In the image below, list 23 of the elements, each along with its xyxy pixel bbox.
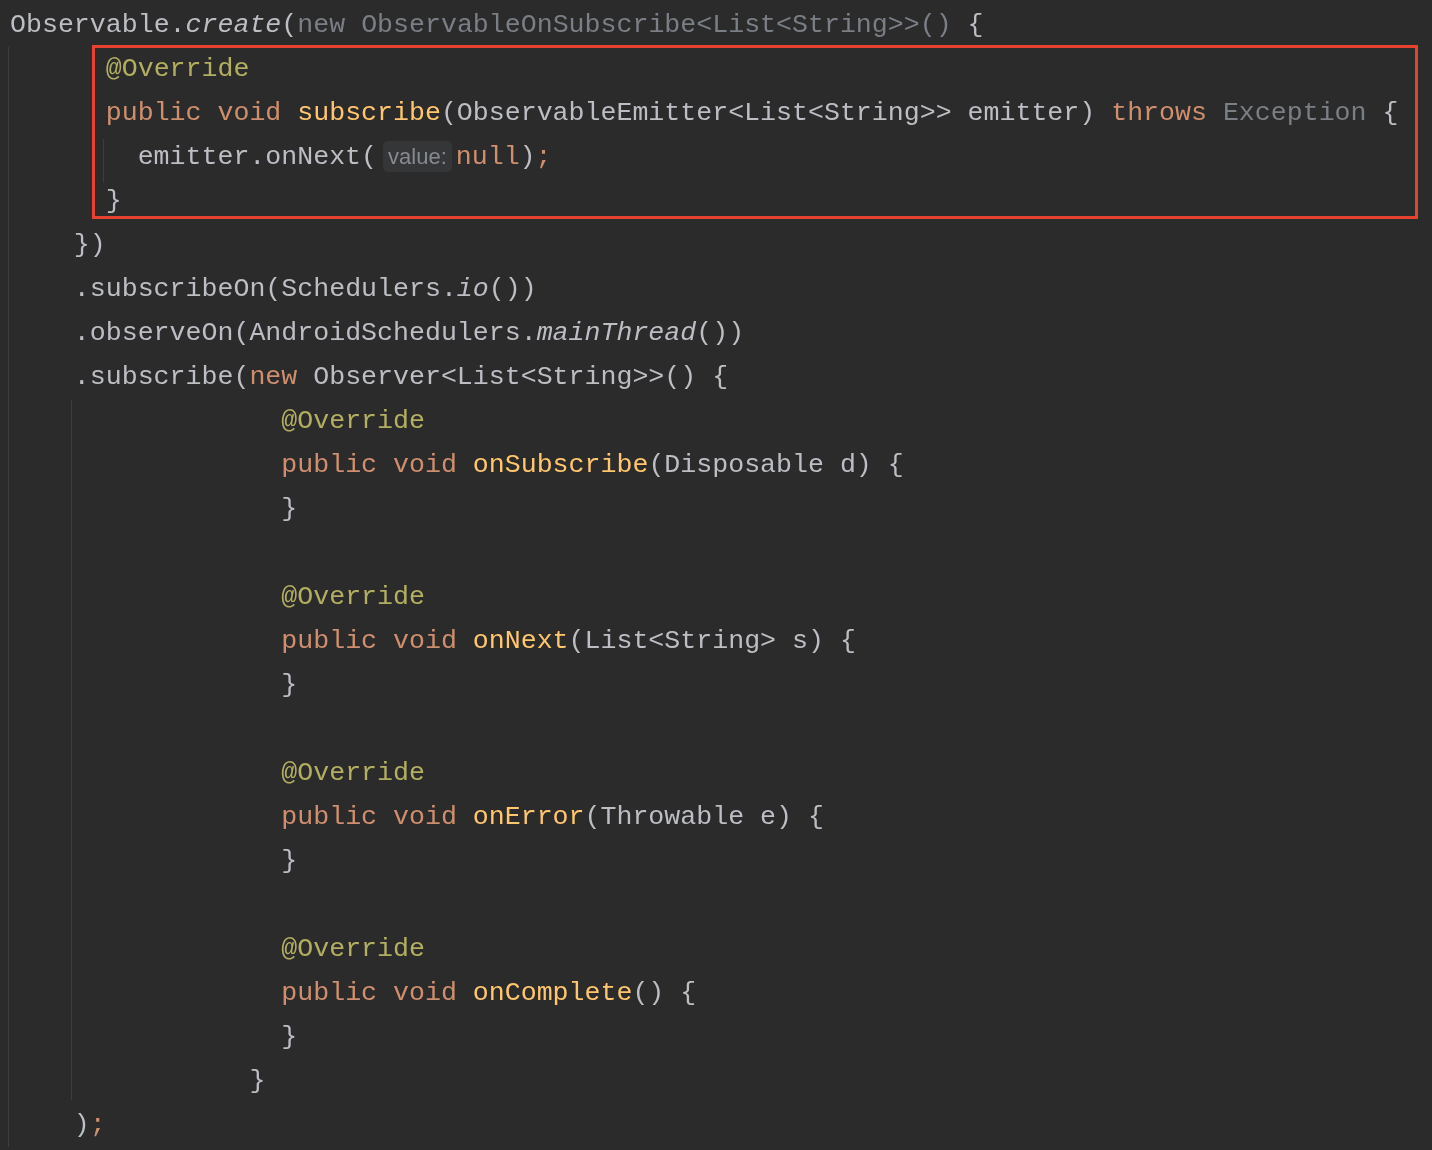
code-line: @Override	[105, 54, 250, 84]
code-line: @Override	[281, 406, 425, 436]
code-line: public void subscribe(ObservableEmitter<List<String>> emitter) throws Exception {	[105, 98, 1399, 128]
code-line: }	[281, 1022, 298, 1052]
code-line: }	[105, 186, 122, 216]
code-line: .subscribe(new Observer<List<String>>() {	[73, 362, 729, 392]
code-line: emitter.onNext( value: null);	[137, 142, 552, 172]
code-line: }	[281, 670, 298, 700]
code-line: @Override	[281, 934, 425, 964]
code-line: @Override	[281, 582, 425, 612]
code-line: public void onNext(List<String> s) {	[281, 626, 856, 656]
code-line: .subscribeOn(Schedulers.io())	[73, 274, 537, 304]
code-line: .observeOn(AndroidSchedulers.mainThread())	[73, 318, 745, 348]
code-line: }	[281, 846, 298, 876]
code-line: }	[249, 1066, 266, 1096]
code-line: public void onComplete() {	[281, 978, 697, 1008]
code-line: })	[73, 230, 106, 260]
code-line: );	[73, 1110, 106, 1140]
code-line: @Override	[281, 758, 425, 788]
code-line: }	[281, 494, 298, 524]
code-line: Observable.create(new ObservableOnSubscribe<List<String>>() {	[10, 10, 984, 40]
code-line: public void onSubscribe(Disposable d) {	[281, 450, 904, 480]
code-line: public void onError(Throwable e) {	[281, 802, 824, 832]
